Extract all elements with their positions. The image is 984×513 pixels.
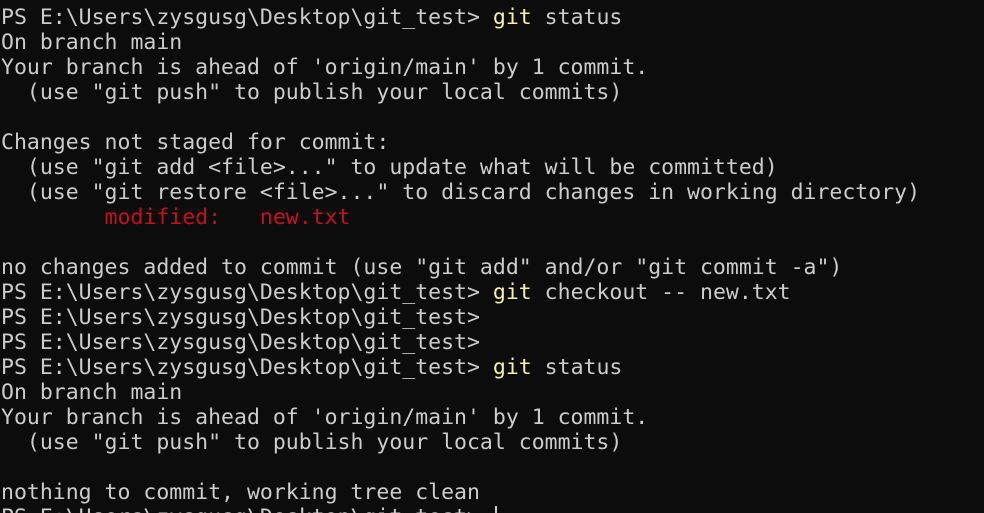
output-line: (use "git restore <file>..." to discard … <box>1 180 920 205</box>
modified-file-line: modified: new.txt <box>1 205 920 230</box>
output-text: On branch main <box>1 380 183 405</box>
terminal-window[interactable]: PS E:\Users\zysgusg\Desktop\git_test> gi… <box>0 0 984 513</box>
prompt-line: PS E:\Users\zysgusg\Desktop\git_test> gi… <box>1 5 920 30</box>
output-text: no changes added to commit (use "git add… <box>1 255 843 280</box>
text-cursor[interactable] <box>494 506 497 513</box>
output-text: (use "git restore <file>..." to discard … <box>1 180 921 205</box>
output-text: On branch main <box>1 30 183 55</box>
output-line: On branch main <box>1 30 920 55</box>
modified-file-text: modified: new.txt <box>1 205 351 230</box>
prompt-line: PS E:\Users\zysgusg\Desktop\git_test> gi… <box>1 355 920 380</box>
prompt-text: PS E:\Users\zysgusg\Desktop\git_test> <box>1 355 493 380</box>
prompt-line: PS E:\Users\zysgusg\Desktop\git_test> gi… <box>1 280 920 305</box>
prompt-text: PS E:\Users\zysgusg\Desktop\git_test> <box>1 280 493 305</box>
output-line: no changes added to commit (use "git add… <box>1 255 920 280</box>
command-name: git <box>492 5 532 30</box>
output-line: Your branch is ahead of 'origin/main' by… <box>1 55 920 80</box>
command-args: status <box>531 355 623 380</box>
output-text: (use "git push" to publish your local co… <box>1 430 623 455</box>
prompt-line: PS E:\Users\zysgusg\Desktop\git_test> <box>1 305 920 330</box>
prompt-line: PS E:\Users\zysgusg\Desktop\git_test> <box>1 330 920 355</box>
prompt-text: PS E:\Users\zysgusg\Desktop\git_test> <box>1 505 493 513</box>
prompt-line: PS E:\Users\zysgusg\Desktop\git_test> <box>1 505 920 513</box>
output-line: Your branch is ahead of 'origin/main' by… <box>1 405 920 430</box>
output-line: (use "git push" to publish your local co… <box>1 80 920 105</box>
output-line: On branch main <box>1 380 920 405</box>
output-text: Your branch is ahead of 'origin/main' by… <box>1 405 649 430</box>
command-name: git <box>492 355 532 380</box>
output-line: (use "git push" to publish your local co… <box>1 430 920 455</box>
command-name: git <box>492 280 532 305</box>
prompt-text: PS E:\Users\zysgusg\Desktop\git_test> <box>1 5 493 30</box>
command-args: status <box>531 5 623 30</box>
output-text: Your branch is ahead of 'origin/main' by… <box>1 55 649 80</box>
output-text: nothing to commit, working tree clean <box>1 480 480 505</box>
output-line: nothing to commit, working tree clean <box>1 480 920 505</box>
command-args: checkout -- new.txt <box>531 280 791 305</box>
output-text: (use "git add <file>..." to update what … <box>1 155 778 180</box>
output-text: Changes not staged for commit: <box>1 130 390 155</box>
terminal-output: PS E:\Users\zysgusg\Desktop\git_test> gi… <box>1 5 920 513</box>
prompt-text: PS E:\Users\zysgusg\Desktop\git_test> <box>1 330 480 355</box>
prompt-text: PS E:\Users\zysgusg\Desktop\git_test> <box>1 305 480 330</box>
output-line: Changes not staged for commit: <box>1 130 920 155</box>
output-line: (use "git add <file>..." to update what … <box>1 155 920 180</box>
output-text: (use "git push" to publish your local co… <box>1 80 623 105</box>
